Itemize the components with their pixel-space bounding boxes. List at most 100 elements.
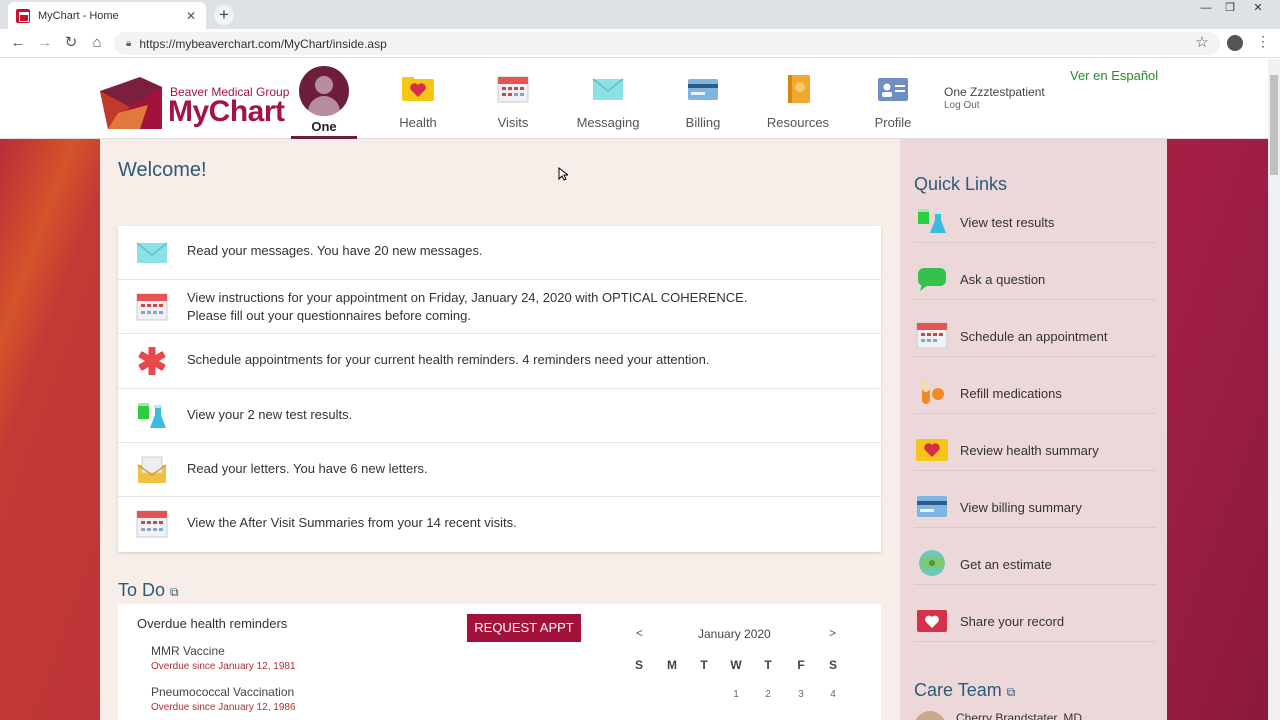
- money-icon: [919, 550, 945, 576]
- quick-link-refill[interactable]: Refill medications: [914, 374, 1156, 414]
- home-icon[interactable]: ⌂: [87, 33, 107, 53]
- lock-icon: 🔒︎: [126, 38, 132, 49]
- main-content: Welcome! Read your messages. You have 20…: [100, 139, 900, 720]
- calendar-weekday: W: [730, 658, 742, 672]
- care-team-heading[interactable]: Care Team ⧉: [914, 680, 1015, 701]
- minimize-icon[interactable]: —: [1194, 0, 1218, 16]
- todo-card: Overdue health reminders MMR Vaccine Ove…: [118, 604, 881, 720]
- reminder-name[interactable]: Pneumococcal Vaccination: [151, 685, 294, 699]
- request-appt-button[interactable]: REQUEST APPT: [467, 614, 581, 642]
- provider-name[interactable]: Cherry Brandstater, MD: [956, 711, 1082, 720]
- browser-tab-strip: MyChart - Home ✕ + — ❐ ✕: [0, 0, 1280, 29]
- calendar-day[interactable]: 1: [729, 689, 743, 700]
- message-row-appointment[interactable]: View instructions for your appointment o…: [118, 280, 881, 334]
- quick-link-estimate[interactable]: Get an estimate: [914, 545, 1156, 585]
- calendar-icon: [916, 322, 948, 349]
- page-scrollbar[interactable]: [1268, 59, 1280, 720]
- profile-icon[interactable]: [1227, 35, 1243, 51]
- provider-photo: [914, 711, 946, 720]
- nav-label: Profile: [874, 115, 912, 130]
- address-bar[interactable]: 🔒︎ https://mybeaverchart.com/MyChart/ins…: [114, 32, 1220, 55]
- nav-label: Resources: [766, 115, 830, 130]
- nav-label: Messaging: [576, 115, 640, 130]
- calendar-weekday: M: [667, 658, 677, 672]
- reminder-status: Overdue since January 12, 1981: [151, 661, 296, 672]
- message-text: View instructions for your appointment o…: [187, 290, 748, 323]
- calendar-next-button[interactable]: >: [829, 626, 836, 640]
- browser-tab[interactable]: MyChart - Home ✕: [8, 2, 206, 29]
- scrollbar-thumb[interactable]: [1270, 75, 1278, 175]
- reload-icon[interactable]: ↻: [61, 33, 81, 53]
- bookmark-star-icon[interactable]: ☆: [1192, 33, 1212, 53]
- spanish-language-link[interactable]: Ver en Español: [1070, 68, 1158, 83]
- message-row-test-results[interactable]: View your 2 new test results.: [118, 389, 881, 443]
- quick-link-health-summary[interactable]: Review health summary: [914, 431, 1156, 471]
- nav-item-messaging[interactable]: Messaging: [575, 59, 641, 139]
- browser-toolbar: ← → ↻ ⌂ 🔒︎ https://mybeaverchart.com/MyC…: [0, 29, 1280, 58]
- quick-link-ask-question[interactable]: Ask a question: [914, 260, 1156, 300]
- calendar-weekday: S: [828, 658, 837, 672]
- calendar-day[interactable]: 3: [794, 689, 808, 700]
- calendar-prev-button[interactable]: <: [636, 626, 643, 640]
- quick-link-share-record[interactable]: Share your record: [914, 602, 1156, 642]
- message-row-messages[interactable]: Read your messages. You have 20 new mess…: [118, 226, 881, 280]
- nav-item-profile[interactable]: Profile: [860, 59, 926, 139]
- message-row-reminders[interactable]: Schedule appointments for your current h…: [118, 334, 881, 389]
- back-icon[interactable]: ←: [8, 33, 28, 53]
- pill-icon: [922, 380, 944, 404]
- external-link-icon: ⧉: [170, 585, 179, 599]
- credit-card-icon: [688, 79, 718, 100]
- nav-label: Billing: [685, 115, 721, 130]
- id-card-icon: [878, 78, 908, 101]
- medical-star-icon: [138, 347, 166, 375]
- welcome-heading: Welcome!: [118, 159, 207, 181]
- beaver-logo-icon: [100, 77, 162, 129]
- calendar-day[interactable]: 2: [761, 689, 775, 700]
- tab-close-icon[interactable]: ✕: [184, 9, 198, 23]
- calendar-weekday: T: [700, 658, 708, 672]
- reminder-name[interactable]: MMR Vaccine: [151, 644, 225, 658]
- new-tab-button[interactable]: +: [214, 5, 234, 25]
- logo-title: MyChart: [168, 95, 285, 128]
- nav-item-billing[interactable]: Billing: [670, 59, 736, 139]
- nav-item-resources[interactable]: Resources: [765, 59, 831, 139]
- restore-icon[interactable]: ❐: [1218, 0, 1242, 16]
- envelope-icon: [136, 242, 168, 263]
- nav-item-one[interactable]: One: [291, 59, 357, 139]
- nav-label: Health: [399, 115, 437, 130]
- message-row-letters[interactable]: Read your letters. You have 6 new letter…: [118, 443, 881, 497]
- mychart-favicon-icon: [16, 8, 30, 23]
- message-text: Read your letters. You have 6 new letter…: [187, 461, 428, 476]
- share-record-icon: [917, 610, 947, 632]
- quick-link-label: Share your record: [960, 614, 1065, 629]
- message-card: Read your messages. You have 20 new mess…: [118, 226, 881, 552]
- forward-icon[interactable]: →: [35, 33, 55, 53]
- menu-kebab-icon[interactable]: ⋮: [1256, 33, 1270, 50]
- quick-link-label: Ask a question: [960, 272, 1046, 287]
- chat-bubble-icon: [918, 268, 946, 291]
- calendar-icon: [136, 510, 168, 538]
- mychart-header: Beaver Medical Group MyChart One Health …: [0, 59, 1268, 139]
- nav-item-health[interactable]: Health: [385, 59, 451, 139]
- message-row-visit-summaries[interactable]: View the After Visit Summaries from your…: [118, 497, 881, 552]
- quick-links-sidebar: Quick Links View test results Ask a ques…: [900, 139, 1167, 720]
- mychart-logo[interactable]: Beaver Medical Group MyChart: [100, 77, 290, 129]
- envelope-icon: [592, 78, 624, 100]
- quick-link-schedule[interactable]: Schedule an appointment: [914, 317, 1156, 357]
- nav-item-visits[interactable]: Visits: [480, 59, 546, 139]
- letter-icon: [137, 456, 167, 483]
- quick-link-label: Get an estimate: [960, 557, 1052, 572]
- calendar-day[interactable]: 4: [826, 689, 840, 700]
- quick-link-label: Schedule an appointment: [960, 329, 1108, 344]
- logout-link[interactable]: Log Out: [944, 100, 980, 111]
- quick-link-test-results[interactable]: View test results: [914, 203, 1156, 243]
- window-close-icon[interactable]: ✕: [1246, 0, 1270, 16]
- credit-card-icon: [917, 496, 947, 517]
- quick-link-billing-summary[interactable]: View billing summary: [914, 488, 1156, 528]
- message-text: Read your messages. You have 20 new mess…: [187, 243, 483, 258]
- external-link-icon: ⧉: [1006, 685, 1016, 699]
- calendar-month: January 2020: [698, 627, 771, 641]
- todo-heading[interactable]: To Do ⧉: [118, 580, 179, 601]
- nav-label: One: [311, 119, 337, 134]
- heart-folder-icon: [402, 77, 434, 101]
